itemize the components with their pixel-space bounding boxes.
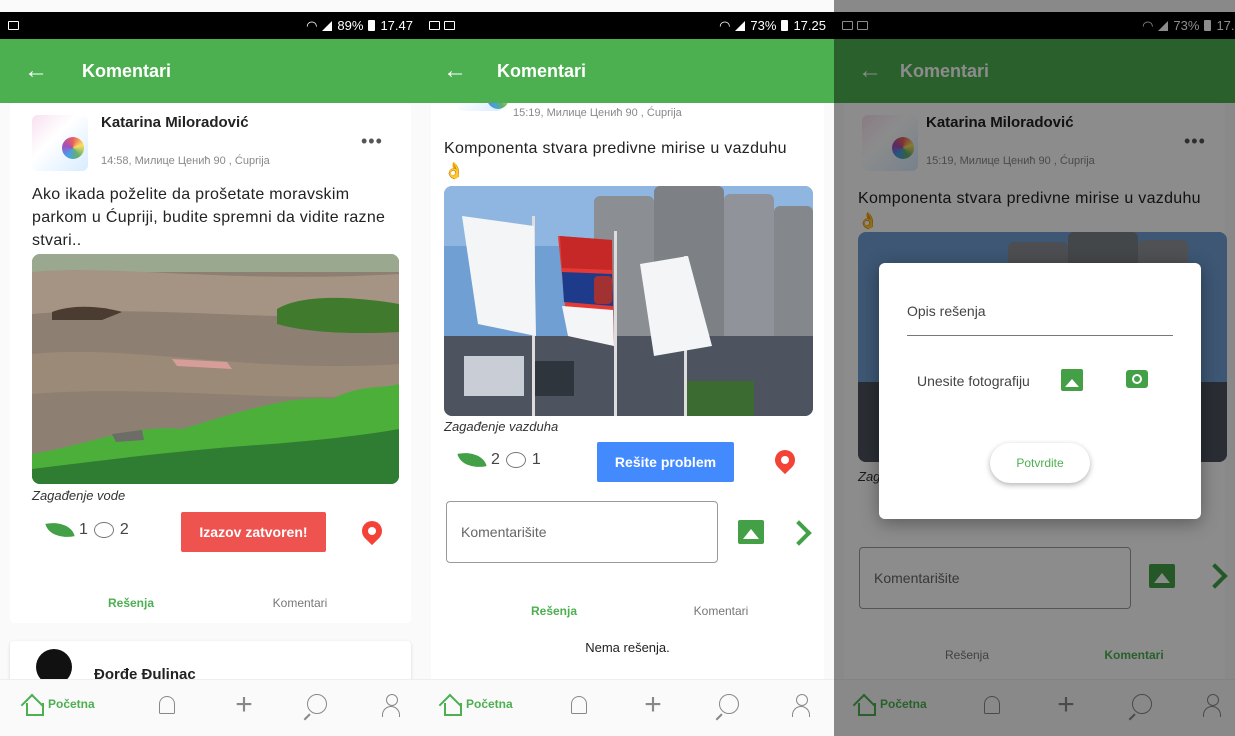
more-options-icon[interactable]: •••: [361, 131, 383, 152]
next-post-card: Đorđe Đulinac: [10, 641, 411, 679]
confirm-button[interactable]: Potvrdite: [990, 443, 1090, 483]
post-stats: 2 1: [457, 448, 541, 472]
tab-solutions[interactable]: Rešenja: [531, 604, 577, 618]
back-arrow-icon[interactable]: ←: [24, 57, 64, 85]
location-pin-icon[interactable]: [357, 516, 387, 546]
pollution-category: Zagađenje vode: [32, 488, 126, 503]
page-title: Komentari: [497, 60, 587, 81]
ok-hand-emoji: 👌: [444, 163, 465, 180]
post-text-body: Komponenta stvara predivne mirise u vazd…: [444, 140, 787, 157]
battery-level: 89%: [337, 18, 364, 33]
post-meta: 14:58, Милице Ценић 90 , Ćuprija: [101, 155, 270, 167]
post-card: 15:19, Милице Ценић 90 , Ćuprija Kompone…: [431, 103, 824, 679]
app-bar: ← Komentari: [0, 39, 421, 103]
bottom-navigation: Početna +: [421, 679, 834, 736]
leaf-icon[interactable]: [45, 518, 75, 542]
leaf-icon[interactable]: [457, 448, 487, 472]
bottom-navigation: Početna +: [0, 679, 421, 736]
profile-icon[interactable]: [381, 694, 401, 718]
image-notification-icon: [8, 21, 19, 30]
post-text: Ako ikada poželite da prošetate moravski…: [32, 186, 386, 249]
comment-input[interactable]: Komentarišite: [446, 501, 718, 563]
comment-count: 1: [531, 451, 541, 468]
back-arrow-icon[interactable]: ←: [443, 57, 483, 85]
post-card: Katarina Miloradović 14:58, Милице Ценић…: [10, 103, 411, 623]
nav-home-label: Početna: [48, 697, 95, 711]
feed-content: Katarina Miloradović 14:58, Милице Ценић…: [0, 103, 421, 679]
wifi-icon: ◠: [306, 17, 318, 33]
like-count: 2: [491, 451, 500, 468]
avatar[interactable]: [32, 115, 88, 171]
comment-icon[interactable]: [505, 452, 526, 468]
nav-home[interactable]: Početna: [22, 694, 95, 716]
post-tabs: Rešenja Komentari: [431, 598, 824, 628]
tab-comments[interactable]: Komentari: [694, 604, 749, 618]
image-notification-icon: [444, 21, 455, 30]
author-name[interactable]: Katarina Miloradović: [101, 115, 251, 131]
post-photo[interactable]: [444, 186, 813, 416]
solution-description-input[interactable]: Opis rešenja: [907, 303, 1173, 336]
challenge-closed-button[interactable]: Izazov zatvoren!: [181, 512, 326, 552]
avatar[interactable]: [457, 103, 509, 111]
home-icon: [440, 694, 462, 716]
factory-photo: [444, 186, 813, 416]
battery-icon: [368, 20, 376, 31]
status-bar: ◠ 73% 17.25: [421, 12, 834, 39]
nav-home[interactable]: Početna: [440, 694, 513, 716]
video-notification-icon: [429, 21, 440, 30]
status-bar: ◠ 89% 17.47: [0, 12, 421, 39]
post-stats: 1 2: [45, 518, 129, 542]
river-photo: [32, 254, 399, 484]
comment-count: 2: [119, 521, 129, 538]
bell-icon[interactable]: [571, 696, 587, 714]
profile-icon[interactable]: [791, 694, 811, 718]
send-arrow-icon[interactable]: [786, 520, 812, 546]
comment-icon[interactable]: [93, 522, 114, 538]
post-photo[interactable]: [32, 254, 399, 484]
signal-icon: [735, 20, 746, 31]
search-icon[interactable]: [307, 694, 327, 714]
author-name[interactable]: Đorđe Đulinac: [94, 667, 196, 680]
photo-label: Unesite fotografiju: [917, 373, 1030, 389]
solution-dialog: Opis rešenja Unesite fotografiju Potvrdi…: [879, 263, 1201, 519]
solve-problem-button[interactable]: Rešite problem: [597, 442, 734, 482]
like-count: 1: [79, 521, 88, 538]
empty-state: Nema rešenja.: [585, 640, 670, 655]
avatar[interactable]: [36, 649, 72, 679]
page-title: Komentari: [82, 60, 172, 81]
tab-comments[interactable]: Komentari: [273, 596, 328, 610]
nav-home-label: Početna: [466, 697, 513, 711]
feed-content: 15:19, Милице Ценић 90 , Ćuprija Kompone…: [421, 103, 834, 679]
attach-image-icon[interactable]: [738, 520, 764, 544]
screen-1: ◠ 89% 17.47 ← Komentari Katarina Milorad…: [0, 0, 421, 736]
clock: 17.25: [793, 18, 826, 33]
location-pin-icon[interactable]: [770, 445, 800, 475]
screen-3: ◠ 73% 17.26 ← Komentari Katarina Milorad…: [834, 0, 1235, 736]
bell-icon[interactable]: [159, 696, 175, 714]
pollution-category: Zagađenje vazduha: [444, 419, 559, 434]
plus-icon[interactable]: +: [232, 690, 256, 720]
camera-icon[interactable]: [1126, 370, 1148, 388]
screen-2: ◠ 73% 17.25 ← Komentari 15:19, Милице Це…: [421, 0, 834, 736]
post-text: Komponenta stvara predivne mirise u vazd…: [444, 137, 824, 183]
app-bar: ← Komentari: [421, 39, 834, 103]
battery-level: 73%: [750, 18, 777, 33]
clock: 17.47: [380, 18, 413, 33]
signal-icon: [322, 20, 333, 31]
search-icon[interactable]: [719, 694, 739, 714]
wifi-icon: ◠: [719, 17, 731, 33]
post-tabs: Rešenja Komentari: [10, 590, 411, 620]
home-icon: [22, 694, 44, 716]
plus-icon[interactable]: +: [641, 690, 665, 720]
post-meta: 15:19, Милице Ценић 90 , Ćuprija: [513, 107, 682, 119]
gallery-icon[interactable]: [1061, 369, 1083, 391]
tab-solutions[interactable]: Rešenja: [108, 596, 154, 610]
battery-icon: [781, 20, 789, 31]
